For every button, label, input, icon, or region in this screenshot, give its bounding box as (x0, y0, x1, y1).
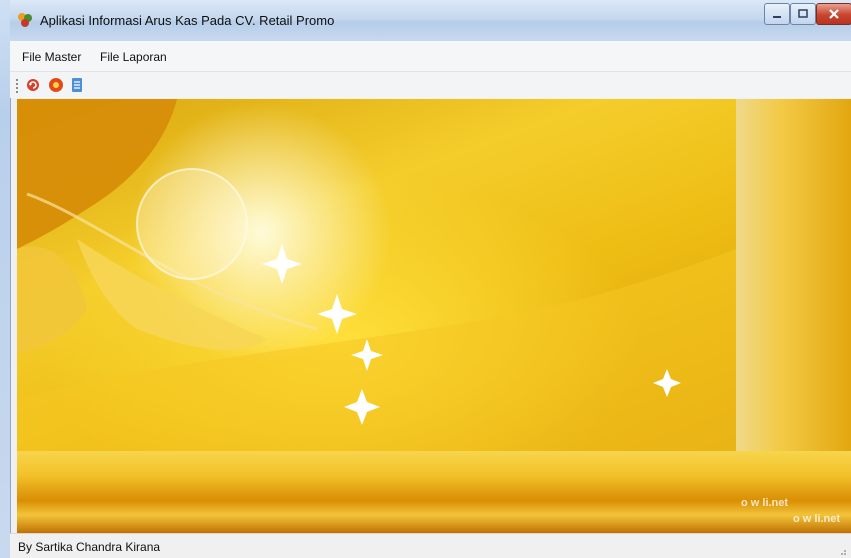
close-icon (829, 9, 839, 19)
toolbar-button-stop[interactable] (48, 77, 64, 93)
minimize-icon (773, 16, 781, 18)
status-bar: By Sartika Chandra Kirana (10, 533, 851, 558)
menu-file-master[interactable]: File Master (22, 50, 81, 64)
maximize-button[interactable] (790, 3, 816, 25)
title-bar[interactable]: Aplikasi Informasi Arus Kas Pada CV. Ret… (10, 0, 851, 42)
stop-icon (49, 78, 63, 92)
maximize-icon (798, 9, 808, 18)
menu-bar: File Master File Laporan (10, 41, 851, 72)
app-icon (16, 11, 34, 29)
close-button[interactable] (816, 3, 851, 25)
background-bottom-band (17, 451, 851, 533)
background-watermark: o w li.net (741, 497, 789, 509)
toolbar-grip[interactable] (16, 79, 18, 93)
document-icon (72, 78, 82, 92)
mdi-background: o w li.net o w li.net (17, 99, 851, 533)
status-text: By Sartika Chandra Kirana (18, 540, 161, 554)
refresh-icon (27, 79, 39, 91)
background-watermark-2: o w li.net (793, 513, 841, 525)
minimize-button[interactable] (764, 3, 790, 25)
background-artwork (17, 99, 736, 451)
menu-file-laporan[interactable]: File Laporan (100, 50, 167, 64)
toolbar (10, 72, 851, 98)
main-window: Aplikasi Informasi Arus Kas Pada CV. Ret… (0, 0, 851, 558)
resize-grip-icon[interactable] (837, 546, 847, 556)
window-title: Aplikasi Informasi Arus Kas Pada CV. Ret… (40, 13, 335, 28)
toolbar-button-document[interactable] (69, 77, 85, 93)
toolbar-button-refresh[interactable] (25, 77, 41, 93)
background-image-front (17, 99, 736, 451)
